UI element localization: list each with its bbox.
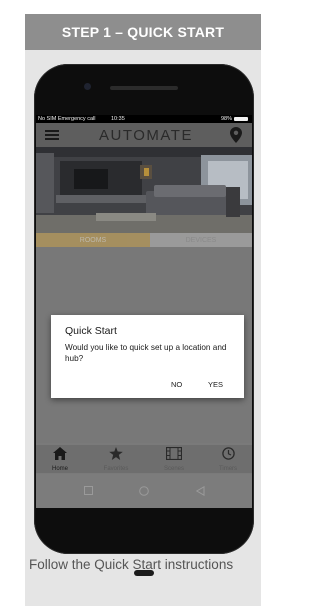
nav-home[interactable]: Home [36, 447, 84, 472]
system-nav-bar [36, 474, 252, 508]
room-photo [36, 147, 252, 233]
circle-icon[interactable] [139, 486, 149, 496]
square-icon[interactable] [84, 486, 93, 495]
home-icon [53, 447, 67, 460]
status-bar: No SIM Emergency call 10:35 98% [36, 115, 252, 123]
phone-frame: No SIM Emergency call 10:35 98% AUTOMATE [34, 64, 254, 576]
film-icon [165, 446, 183, 461]
clock-icon [221, 447, 235, 460]
instruction-card: STEP 1 – QUICK START No SIM Emergency ca… [25, 14, 261, 606]
star-icon [109, 447, 123, 460]
nav-favorites[interactable]: Favorites [92, 447, 140, 472]
yes-button[interactable]: YES [208, 380, 223, 389]
triangle-back-icon[interactable] [196, 486, 205, 496]
nav-timers-label: Timers [218, 466, 238, 472]
bottom-nav: Home Favorites Scenes Timers [36, 445, 252, 473]
battery-percent: 98% [220, 116, 232, 122]
app-bar: AUTOMATE [36, 123, 252, 147]
status-time: 10:35 [111, 116, 125, 122]
phone-screen: No SIM Emergency call 10:35 98% AUTOMATE [36, 115, 252, 508]
menu-icon[interactable] [45, 130, 59, 140]
status-carrier: No SIM Emergency call [38, 116, 96, 122]
status-battery: 98% [221, 115, 248, 123]
tab-bar: ROOMS DEVICES [36, 233, 252, 247]
nav-scenes-label: Scenes [163, 466, 184, 472]
tab-devices[interactable]: DEVICES [150, 233, 252, 247]
tab-rooms[interactable]: ROOMS [36, 233, 150, 247]
nav-timers[interactable]: Timers [204, 447, 252, 472]
app-logo: AUTOMATE [99, 127, 193, 144]
nav-favorites-label: Favorites [103, 466, 129, 472]
quick-start-dialog: Quick Start Would you like to quick set … [51, 315, 244, 398]
instruction-caption: Follow the Quick Start instructions [29, 557, 234, 572]
nav-home-label: Home [51, 466, 68, 472]
dialog-title: Quick Start [65, 325, 117, 337]
location-pin-icon[interactable] [230, 127, 242, 143]
phone-speaker [110, 86, 178, 90]
nav-scenes[interactable]: Scenes [150, 446, 198, 472]
phone-camera [84, 83, 91, 90]
dialog-message: Would you like to quick set up a locatio… [65, 343, 227, 363]
battery-icon [234, 116, 248, 121]
step-header: STEP 1 – QUICK START [25, 14, 261, 50]
no-button[interactable]: NO [171, 380, 182, 389]
